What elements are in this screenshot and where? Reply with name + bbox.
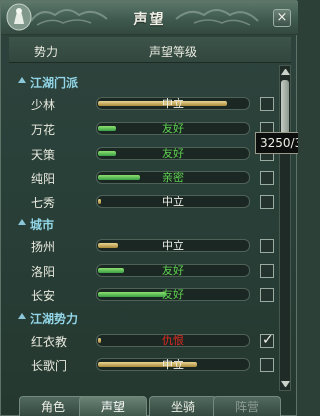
reputation-bar: 友好 bbox=[96, 288, 250, 301]
category-label: 江湖门派 bbox=[30, 76, 79, 90]
faction-row[interactable]: 扬州 中立 bbox=[9, 235, 279, 255]
faction-row[interactable]: 长安 友好 bbox=[9, 284, 279, 304]
reputation-bar: 中立 bbox=[96, 358, 250, 371]
reputation-status: 中立 bbox=[162, 195, 184, 208]
header-reputation-level: 声望等级 bbox=[149, 45, 198, 59]
faction-row[interactable]: 长歌门 中立 bbox=[9, 354, 279, 374]
reputation-bar: 友好 bbox=[96, 147, 250, 160]
collapse-triangle-icon[interactable] bbox=[18, 77, 26, 83]
category-header[interactable]: 江湖门派 bbox=[9, 71, 279, 91]
collapse-triangle-icon[interactable] bbox=[18, 313, 26, 319]
scroll-down-arrow-icon[interactable] bbox=[281, 381, 290, 387]
reputation-bar: 友好 bbox=[96, 264, 250, 277]
scroll-up-arrow-icon[interactable] bbox=[281, 69, 290, 75]
faction-name: 天策 bbox=[31, 148, 56, 162]
faction-row[interactable]: 万花 友好 bbox=[9, 118, 279, 138]
faction-row[interactable]: 纯阳 亲密 bbox=[9, 167, 279, 187]
faction-name: 扬州 bbox=[31, 240, 56, 254]
tab-mount[interactable]: 坐骑 bbox=[149, 396, 217, 416]
reputation-bar: 中立 bbox=[96, 97, 250, 110]
header-faction: 势力 bbox=[34, 45, 59, 59]
reputation-tooltip: 3250/36 bbox=[255, 132, 298, 154]
faction-name: 长安 bbox=[31, 289, 56, 303]
window-title: 声望 bbox=[133, 12, 166, 28]
category-label: 江湖势力 bbox=[30, 312, 79, 326]
track-checkbox[interactable] bbox=[260, 264, 274, 278]
title-bar[interactable]: 声望 × bbox=[1, 1, 298, 35]
track-checkbox[interactable] bbox=[260, 195, 274, 209]
faction-row[interactable]: 天策 友好 bbox=[9, 143, 279, 163]
faction-name: 少林 bbox=[31, 98, 56, 112]
faction-name: 七秀 bbox=[31, 196, 56, 210]
tab-camp[interactable]: 阵营 bbox=[213, 396, 281, 416]
column-header: 势力 声望等级 bbox=[9, 37, 291, 63]
track-checkbox[interactable] bbox=[260, 97, 274, 111]
track-checkbox[interactable] bbox=[260, 358, 274, 372]
faction-name: 洛阳 bbox=[31, 265, 56, 279]
close-icon: × bbox=[276, 10, 288, 25]
bottom-tabs: 角色 声望 坐骑 阵营 bbox=[1, 394, 298, 416]
faction-name: 纯阳 bbox=[31, 172, 56, 186]
reputation-bar: 中立 bbox=[96, 239, 250, 252]
reputation-status: 友好 bbox=[162, 147, 184, 160]
reputation-bar: 友好 bbox=[96, 122, 250, 135]
track-checkbox[interactable]: ✓ bbox=[260, 332, 274, 348]
close-button[interactable]: × bbox=[273, 9, 291, 27]
reputation-status: 中立 bbox=[162, 358, 184, 371]
reputation-status: 亲密 bbox=[162, 171, 184, 184]
checkmark-icon: ✓ bbox=[262, 332, 274, 348]
faction-name: 万花 bbox=[31, 123, 56, 137]
faction-row[interactable]: 七秀 中立 bbox=[9, 191, 279, 211]
reputation-bar: 仇恨 bbox=[96, 334, 250, 347]
faction-name: 红衣教 bbox=[31, 335, 68, 349]
reputation-window: 声望 × 势力 声望等级 江湖门派 少林 中立 万花 友好 天策 友好 纯阳 亲… bbox=[0, 0, 298, 416]
track-checkbox[interactable] bbox=[260, 239, 274, 253]
tab-character[interactable]: 角色 bbox=[19, 396, 87, 416]
reputation-status: 中立 bbox=[162, 239, 184, 252]
reputation-status: 友好 bbox=[162, 288, 184, 301]
category-header[interactable]: 城市 bbox=[9, 213, 279, 233]
reputation-status: 友好 bbox=[162, 122, 184, 135]
reputation-list: 江湖门派 少林 中立 万花 友好 天策 友好 纯阳 亲密 七秀 中立 城市 扬州… bbox=[9, 65, 279, 393]
reputation-status: 中立 bbox=[162, 97, 184, 110]
tab-reputation[interactable]: 声望 bbox=[79, 396, 147, 416]
scrollbar[interactable] bbox=[279, 65, 291, 391]
faction-name: 长歌门 bbox=[31, 359, 68, 373]
collapse-triangle-icon[interactable] bbox=[18, 219, 26, 225]
reputation-bar: 中立 bbox=[96, 195, 250, 208]
track-checkbox[interactable] bbox=[260, 171, 274, 185]
reputation-status: 仇恨 bbox=[162, 334, 184, 347]
faction-row[interactable]: 洛阳 友好 bbox=[9, 260, 279, 280]
reputation-bar: 亲密 bbox=[96, 171, 250, 184]
category-header[interactable]: 江湖势力 bbox=[9, 307, 279, 327]
reputation-status: 友好 bbox=[162, 264, 184, 277]
faction-row[interactable]: 红衣教 仇恨 ✓ bbox=[9, 330, 279, 350]
category-label: 城市 bbox=[30, 218, 55, 232]
track-checkbox[interactable] bbox=[260, 288, 274, 302]
faction-row[interactable]: 少林 中立 bbox=[9, 93, 279, 113]
